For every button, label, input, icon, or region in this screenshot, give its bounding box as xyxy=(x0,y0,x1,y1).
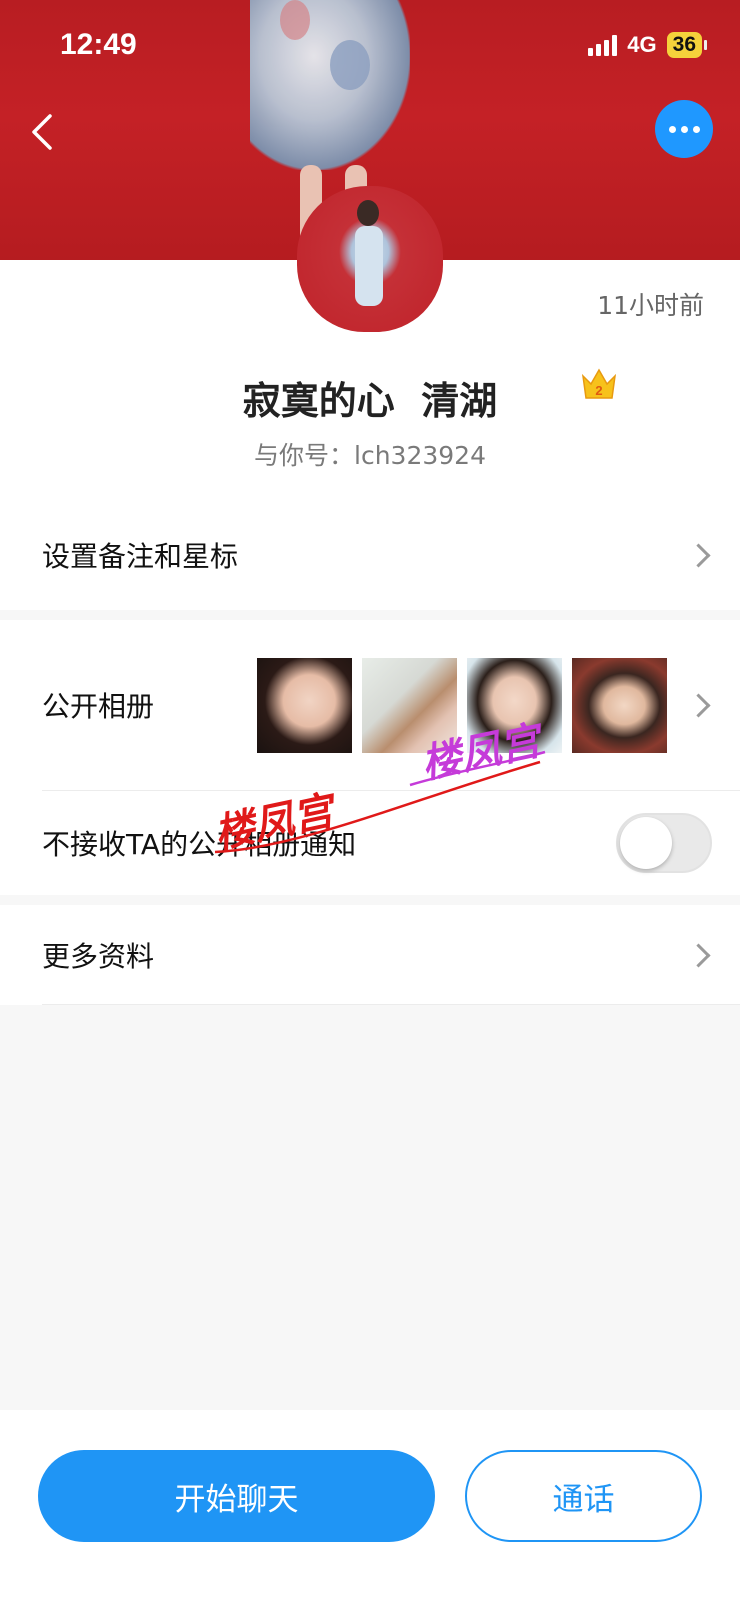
album-thumbnails xyxy=(257,658,667,753)
album-photo[interactable] xyxy=(362,658,457,753)
start-chat-button[interactable]: 开始聊天 xyxy=(38,1450,435,1542)
bottom-action-bar: 开始聊天 通话 xyxy=(0,1410,740,1600)
mute-album-label: 不接收TA的公开相册通知 xyxy=(42,828,357,861)
toggle-knob xyxy=(620,817,672,869)
more-button[interactable] xyxy=(655,100,713,158)
chevron-right-icon xyxy=(692,941,708,969)
status-time: 12:49 xyxy=(60,28,137,61)
nickname-text: 寂寞的心 清湖 xyxy=(242,379,498,423)
album-photo[interactable] xyxy=(467,658,562,753)
signal-icon xyxy=(588,34,618,56)
mute-album-row: 不接收TA的公开相册通知 xyxy=(0,791,740,895)
chevron-right-icon xyxy=(692,691,708,719)
more-info-row[interactable]: 更多资料 xyxy=(0,905,740,1005)
album-row[interactable]: 公开相册 xyxy=(0,620,740,790)
back-button[interactable] xyxy=(24,112,60,162)
album-photo[interactable] xyxy=(572,658,667,753)
more-dots-icon xyxy=(668,125,676,133)
crown-icon: 2 xyxy=(581,368,617,399)
crown-level: 2 xyxy=(595,383,602,398)
status-bar: 12:49 4G 36 xyxy=(0,0,740,92)
album-label: 公开相册 xyxy=(42,690,155,723)
battery-icon: 36 xyxy=(666,32,708,58)
call-button[interactable]: 通话 xyxy=(465,1450,702,1542)
remark-row[interactable]: 设置备注和星标 xyxy=(0,500,740,610)
album-section: 公开相册 不接收TA的公开相册通知 xyxy=(0,620,740,895)
status-indicators: 4G 36 xyxy=(588,32,708,58)
last-active-time: 11小时前 xyxy=(597,291,704,320)
chevron-left-icon xyxy=(32,114,52,150)
avatar[interactable] xyxy=(297,186,443,332)
divider xyxy=(42,1004,740,1005)
network-type: 4G xyxy=(627,32,657,57)
user-id: 与你号：lch323924 xyxy=(254,441,486,470)
remark-section: 设置备注和星标 xyxy=(0,500,740,610)
chevron-right-icon xyxy=(692,541,708,569)
mute-album-toggle[interactable] xyxy=(616,813,712,873)
more-info-label: 更多资料 xyxy=(42,940,155,973)
nickname: 寂寞的心 清湖 2 xyxy=(0,368,740,425)
album-photo[interactable] xyxy=(257,658,352,753)
remark-label: 设置备注和星标 xyxy=(42,540,239,573)
more-info-section: 更多资料 xyxy=(0,905,740,1005)
